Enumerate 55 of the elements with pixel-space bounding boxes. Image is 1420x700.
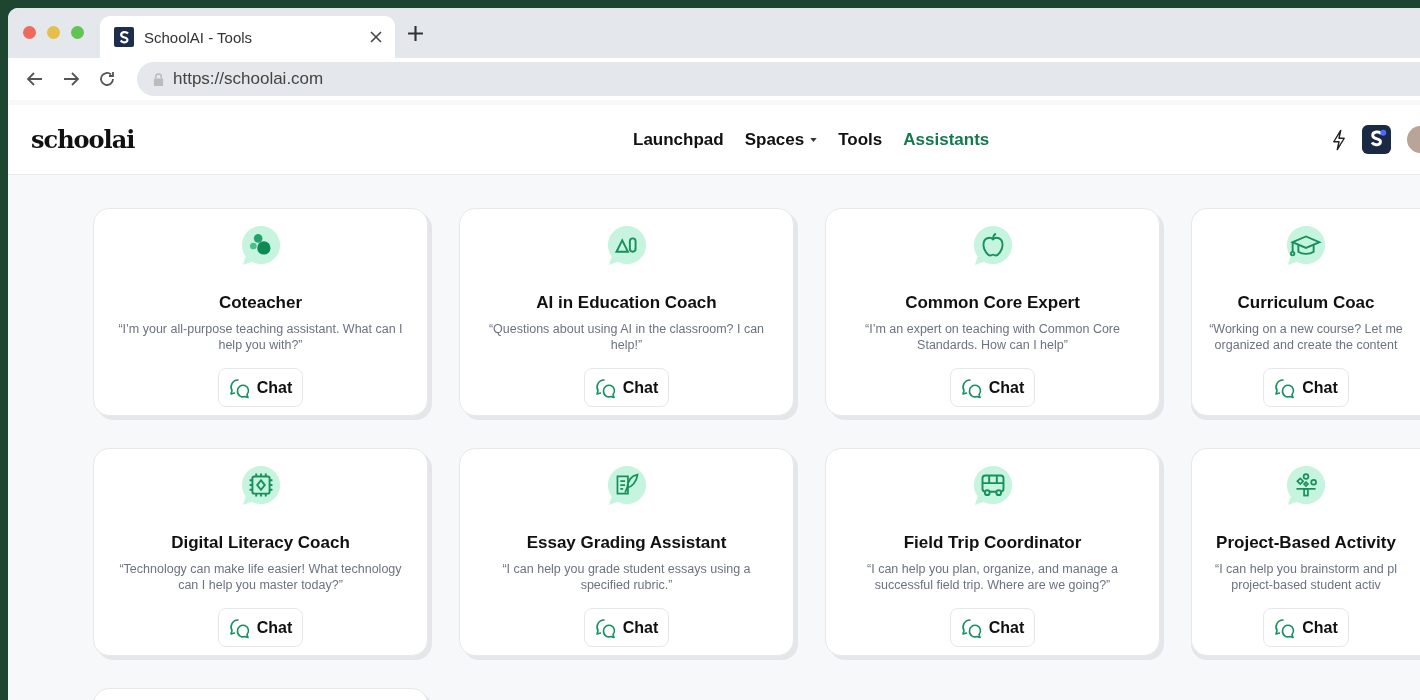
favicon-icon bbox=[114, 27, 134, 47]
chat-button[interactable]: Chat bbox=[217, 368, 304, 407]
assistant-description: “I’m your all-purpose teaching assistant. What can I help you with?” bbox=[117, 321, 404, 353]
shapes-icon bbox=[605, 225, 648, 267]
chat-bubbles-icon bbox=[960, 616, 983, 639]
chat-button[interactable]: Chat bbox=[949, 608, 1036, 647]
reload-icon[interactable] bbox=[97, 69, 117, 89]
nav-link[interactable]: Assistants bbox=[903, 129, 990, 150]
graduation-cap-icon bbox=[1285, 225, 1327, 267]
chat-button[interactable]: Chat bbox=[217, 608, 304, 647]
assistant-name: Essay Grading Assistant bbox=[526, 533, 727, 553]
tab-title: SchoolAI - Tools bbox=[144, 28, 254, 46]
new-tab-icon[interactable] bbox=[407, 24, 424, 42]
quill-icon bbox=[605, 465, 648, 507]
chat-button[interactable]: Chat bbox=[583, 608, 670, 647]
bus-icon bbox=[971, 465, 1014, 507]
chat-button[interactable]: Chat bbox=[1263, 608, 1349, 647]
chat-button[interactable]: Chat bbox=[1263, 368, 1349, 407]
nav-link[interactable]: Tools bbox=[838, 129, 883, 150]
assistant-description: “Working on a new course? Let me organized and create the content bbox=[1208, 321, 1404, 353]
assistant-description: “Questions about using AI in the classroom? I can help!” bbox=[487, 321, 766, 353]
close-icon[interactable] bbox=[370, 31, 382, 43]
apple-icon bbox=[971, 225, 1014, 267]
chat-bubbles-icon bbox=[1274, 616, 1297, 639]
chat-bubbles-icon bbox=[960, 376, 983, 399]
assistant-name: Field Trip Coordinator bbox=[903, 533, 1082, 553]
assistant-description: “I can help you plan, organize, and manage a successful field trip. Where are we going?” bbox=[866, 561, 1119, 593]
assistant-description: “I can help you brainstorm and pl project-based student activ bbox=[1213, 561, 1398, 593]
assistant-name: Project-Based Activity bbox=[1216, 533, 1396, 553]
chip-icon bbox=[239, 465, 282, 507]
chat-button[interactable]: Chat bbox=[583, 368, 670, 407]
lock-icon bbox=[153, 72, 164, 86]
app-logo-icon[interactable] bbox=[1362, 125, 1391, 154]
assistant-name: AI in Education Coach bbox=[536, 293, 717, 313]
assistant-name: Coteacher bbox=[218, 293, 303, 313]
nav-link[interactable]: Launchpad bbox=[633, 129, 724, 150]
browser-tab[interactable]: SchoolAI - Tools bbox=[100, 16, 395, 58]
chat-bubbles-icon bbox=[594, 616, 617, 639]
assistant-name: Common Core Expert bbox=[905, 293, 1080, 313]
dots-icon bbox=[239, 225, 282, 267]
schoolai-logo[interactable]: schoolai bbox=[31, 125, 135, 154]
nodes-icon bbox=[1285, 465, 1327, 507]
chat-bubbles-icon bbox=[228, 616, 251, 639]
assistant-description: “I can help you grade student essays using a specified rubric.” bbox=[501, 561, 752, 593]
assistant-description: “I’m an expert on teaching with Common Core Standards. How can I help” bbox=[864, 321, 1121, 353]
nav-link[interactable]: Spaces bbox=[744, 129, 818, 150]
lightning-icon[interactable] bbox=[1332, 128, 1346, 151]
assistant-name: Curriculum Coac bbox=[1237, 293, 1375, 313]
address-bar[interactable]: https://schoolai.com bbox=[137, 62, 1420, 96]
assistant-description: “Technology can make life easier! What technology can I help you master today?” bbox=[118, 561, 403, 593]
chat-button[interactable]: Chat bbox=[949, 368, 1036, 407]
chat-bubbles-icon bbox=[594, 376, 617, 399]
assistant-name: Digital Literacy Coach bbox=[171, 533, 350, 553]
chat-bubbles-icon bbox=[1274, 376, 1297, 399]
chat-bubbles-icon bbox=[228, 376, 251, 399]
